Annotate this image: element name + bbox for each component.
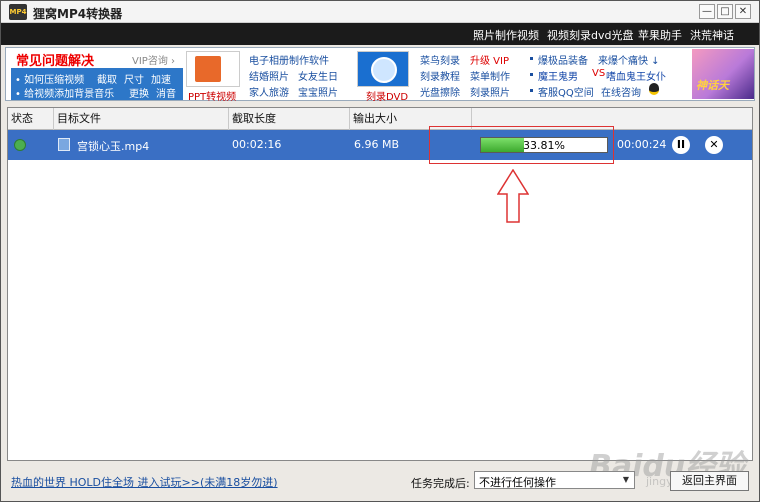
album-link-girlfriend[interactable]: 女友生日 <box>298 68 338 83</box>
burn-link-beginner[interactable]: 菜鸟刻录 <box>420 52 460 67</box>
table-header: 状态 目标文件 截取长度 输出大小 <box>8 108 752 130</box>
online-consult-link[interactable]: 在线咨询 <box>601 84 641 99</box>
window-title: 狸窝MP4转换器 <box>33 7 123 21</box>
faq-link-mute[interactable]: 消音 <box>156 85 176 100</box>
burn-link-erase[interactable]: 光盘擦除 <box>420 84 460 99</box>
back-to-main-button[interactable]: 返回主界面 <box>670 471 749 491</box>
row-remaining-time: 00:00:24 <box>617 138 667 151</box>
app-window: MP4 狸窝MP4转换器 — □ ✕ 照片制作视频 视频刻录dvd光盘 苹果助手… <box>0 0 760 502</box>
menu-apple-helper[interactable]: 苹果助手 <box>638 27 682 43</box>
menu-dvd-burn[interactable]: 视频刻录dvd光盘 <box>547 27 633 43</box>
faq-title: 常见问题解决 <box>16 54 95 69</box>
ppt-icon <box>195 56 221 82</box>
after-task-value: 不进行任何操作 <box>479 476 556 489</box>
maximize-button[interactable]: □ <box>717 4 733 19</box>
album-link-software[interactable]: 电子相册制作软件 <box>249 52 329 67</box>
annotation-up-arrow-icon <box>497 169 529 223</box>
faq-link-replace[interactable]: 更换 <box>129 85 149 100</box>
faq-link-add-music[interactable]: • 给视频添加背景音乐 <box>15 85 114 100</box>
burn-link-menu[interactable]: 菜单制作 <box>470 68 510 83</box>
video-file-icon <box>58 138 70 151</box>
minimize-button[interactable]: — <box>699 4 715 19</box>
task-table: 状态 目标文件 截取长度 输出大小 宫锁心玉.mp4 00:02:16 6.96… <box>7 107 753 461</box>
menu-honghuang[interactable]: 洪荒神话 <box>690 27 734 43</box>
qq-penguin-icon <box>649 83 659 95</box>
album-link-baby[interactable]: 宝宝照片 <box>298 84 338 99</box>
after-task-label: 任务完成后: <box>411 477 470 490</box>
dvd-caption[interactable]: 刻录DVD <box>366 88 408 103</box>
cancel-task-button[interactable]: ✕ <box>705 136 723 154</box>
app-logo-icon: MP4 <box>9 4 27 20</box>
faq-link-size[interactable]: 尺寸 <box>124 71 144 86</box>
header-clip-length[interactable]: 截取长度 <box>229 108 350 130</box>
header-target-file[interactable]: 目标文件 <box>54 108 229 130</box>
title-bar: MP4 狸窝MP4转换器 — □ ✕ <box>1 1 759 23</box>
game-link-fun[interactable]: 来爆个痛快 ↓ <box>598 52 660 67</box>
game-link-demon[interactable]: 魔王鬼男 <box>538 68 578 83</box>
after-task-select[interactable]: 不进行任何操作 ▼ <box>474 471 635 489</box>
close-button[interactable]: ✕ <box>735 4 751 19</box>
game-link-vs: VS <box>592 68 606 79</box>
burn-link-tutorial[interactable]: 刻录教程 <box>420 68 460 83</box>
faq-link-compress[interactable]: • 如何压缩视频 <box>15 71 84 86</box>
game-link-maid[interactable]: 嗜血鬼王女仆 <box>606 68 666 83</box>
ad-banner: 常见问题解决 VIP咨询 › • 如何压缩视频 截取 尺寸 加速 • 给视频添加… <box>5 47 755 103</box>
table-row[interactable]: 宫锁心玉.mp4 00:02:16 6.96 MB 33.81% 00:00:2… <box>8 130 752 160</box>
bullet-icon <box>530 57 533 60</box>
burn-link-vip[interactable]: 升级 VIP <box>470 52 509 67</box>
faq-link-cut[interactable]: 截取 <box>97 71 117 86</box>
album-link-family[interactable]: 家人旅游 <box>249 84 289 99</box>
dvd-thumbnail[interactable] <box>357 51 409 87</box>
menu-bar: 照片制作视频 视频刻录dvd光盘 苹果助手 洪荒神话 <box>1 23 759 45</box>
annotation-highlight-box <box>429 126 614 164</box>
pause-button[interactable]: II <box>672 136 690 154</box>
faq-link-speed[interactable]: 加速 <box>151 71 171 86</box>
album-link-wedding[interactable]: 结婚照片 <box>249 68 289 83</box>
faq-panel: • 如何压缩视频 截取 尺寸 加速 • 给视频添加背景音乐 更换 消音 <box>11 68 183 100</box>
header-status[interactable]: 状态 <box>8 108 54 130</box>
row-file-name: 宫锁心玉.mp4 <box>77 140 150 153</box>
row-output-size: 6.96 MB <box>354 138 400 151</box>
vip-consult-link[interactable]: VIP咨询 › <box>132 52 175 67</box>
status-running-icon <box>14 139 26 151</box>
game-ad-image[interactable]: 神话天 <box>692 49 754 99</box>
menu-photo-video[interactable]: 照片制作视频 <box>473 27 539 43</box>
row-clip-length: 00:02:16 <box>232 138 282 151</box>
ppt-caption[interactable]: PPT转视频 <box>188 88 236 103</box>
bullet-icon <box>530 89 533 92</box>
qq-space-link[interactable]: 客服QQ空间 <box>538 84 594 99</box>
promo-link[interactable]: 热血的世界 HOLD住全场 进入试玩>>(未满18岁勿进) <box>11 474 278 490</box>
bullet-icon <box>530 73 533 76</box>
game-ad-logo: 神话天 <box>696 79 729 92</box>
dropdown-arrow-icon[interactable]: ▼ <box>620 474 632 486</box>
ppt-thumbnail[interactable] <box>186 51 240 87</box>
burn-link-photos[interactable]: 刻录照片 <box>470 84 510 99</box>
disc-icon <box>371 57 397 83</box>
game-link-gear[interactable]: 爆极品装备 <box>538 52 588 67</box>
